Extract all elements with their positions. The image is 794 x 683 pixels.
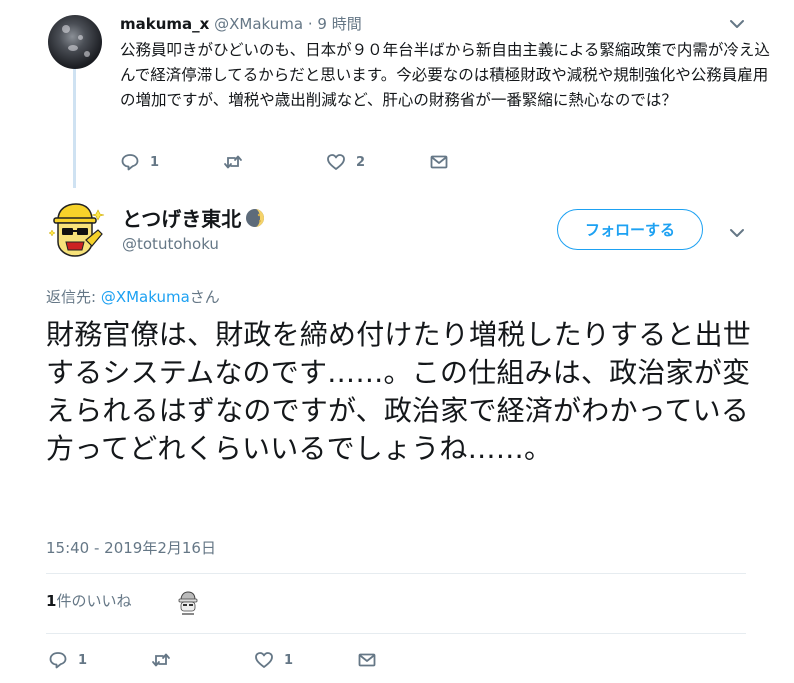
retweet-button[interactable] [151, 650, 254, 670]
avatar[interactable] [46, 200, 106, 260]
replying-prefix: 返信先: [46, 288, 101, 306]
handle[interactable]: @XMakuma [214, 15, 303, 33]
replying-to: 返信先: @XMakumaさん [46, 286, 220, 307]
display-name-text: とつげき東北 [122, 207, 242, 231]
display-name[interactable]: makuma_x [120, 15, 209, 33]
chevron-down-icon[interactable] [728, 15, 746, 33]
message-icon [430, 155, 448, 169]
replying-to-link[interactable]: @XMakuma [101, 288, 190, 306]
message-icon [358, 653, 376, 667]
reply-button[interactable]: 1 [120, 152, 223, 172]
retweet-button[interactable] [223, 152, 326, 172]
like-button[interactable]: 1 [254, 650, 357, 670]
moon-icon [246, 208, 265, 227]
like-icon [327, 154, 345, 170]
tweet-actions: 1 2 [120, 152, 449, 172]
divider [46, 633, 746, 634]
tweet-text: 公務員叩きがひどいのも、日本が９０年台半ばから新自由主義による緊縮政策で内需が冷… [120, 41, 770, 109]
retweet-icon [152, 653, 170, 667]
message-button[interactable] [429, 152, 449, 172]
display-name[interactable]: とつげき東北 [122, 203, 265, 232]
follow-button[interactable]: フォローする [557, 209, 703, 250]
reply-button[interactable]: 1 [48, 650, 151, 670]
handle[interactable]: @totutohoku [122, 235, 219, 253]
avatar[interactable] [48, 15, 102, 69]
likes-summary[interactable]: 1 件のいいね [46, 590, 131, 611]
like-count: 1 [284, 652, 294, 668]
likes-count: 1 [46, 591, 57, 610]
likes-label: 件のいいね [56, 592, 132, 610]
tweet-actions: 1 1 [48, 650, 377, 670]
timestamp[interactable]: 9 時間 [317, 15, 361, 33]
like-count: 2 [356, 154, 366, 170]
like-icon [255, 652, 273, 668]
separator: · [307, 15, 313, 33]
reply-icon [121, 154, 139, 171]
chevron-down-icon[interactable] [728, 224, 746, 242]
reply-count: 1 [78, 652, 88, 668]
retweet-icon [224, 155, 242, 169]
reply-tweet[interactable]: makuma_x @XMakuma · 9 時間 公務員叩きがひどいのも、日本が… [0, 0, 794, 190]
liker-avatar[interactable] [172, 586, 204, 618]
thread-line [73, 64, 76, 188]
replying-suffix: さん [189, 288, 220, 306]
tweet-timestamp[interactable]: 15:40 - 2019年2月16日 [46, 537, 216, 558]
reply-count: 1 [150, 154, 160, 170]
tweet-header: makuma_x @XMakuma · 9 時間 [120, 13, 362, 34]
tweet-text: 財務官僚は、財政を締め付けたり増税したりすると出世するシステムなのです……。この… [46, 318, 752, 465]
divider [46, 573, 746, 574]
like-button[interactable]: 2 [326, 152, 429, 172]
reply-icon [49, 652, 67, 669]
message-button[interactable] [357, 650, 377, 670]
